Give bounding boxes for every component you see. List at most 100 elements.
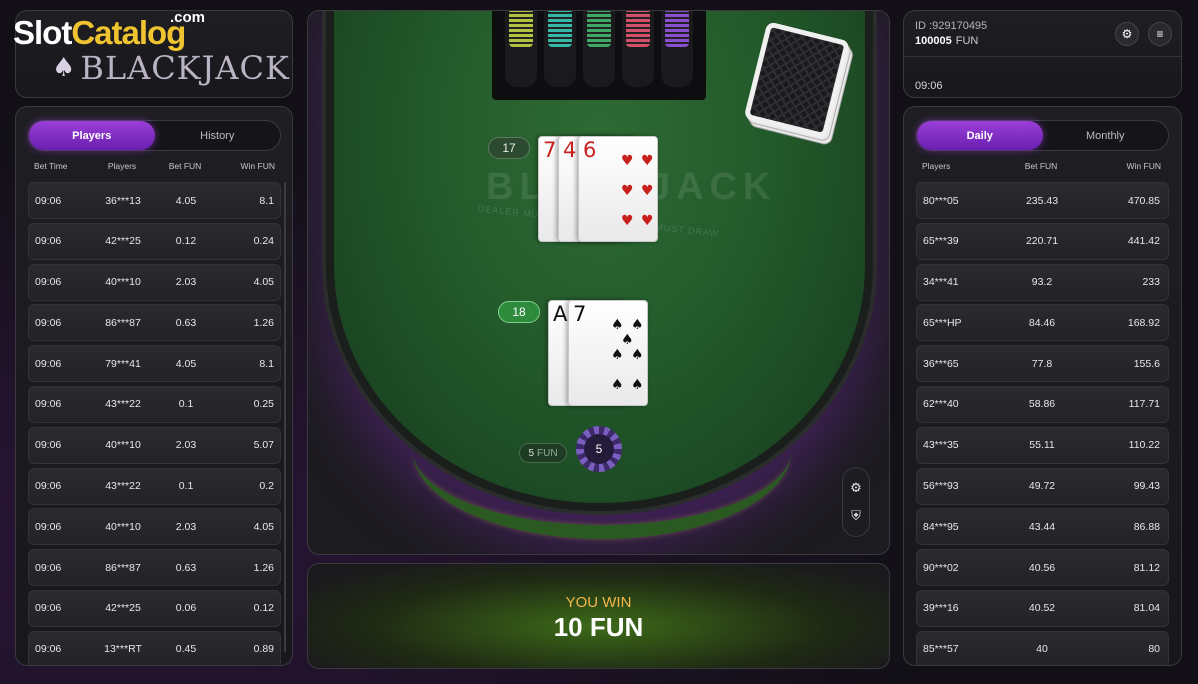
table-row: 09:06 13***RT 0.45 0.89 [28, 630, 281, 665]
leaders-panel: Daily Monthly Players Bet FUN Win FUN 80… [903, 106, 1182, 666]
table-row: 56***93 49.72 99.43 [916, 467, 1169, 505]
bet-cell: 0.45 [175, 643, 197, 656]
win-cell: 86.88 [1133, 520, 1160, 533]
table-row: 09:06 42***25 0.06 0.12 [28, 589, 281, 627]
suit-pip: ♠ [631, 317, 644, 333]
bet-time-cell: 09:06 [35, 276, 62, 289]
player-cell: 40***10 [105, 439, 141, 452]
win-label: YOU WIN [565, 594, 632, 611]
win-cell: 168.92 [1127, 316, 1160, 329]
table-row: 80***05 235.43 470.85 [916, 182, 1169, 219]
header-bet: Bet FUN [1024, 161, 1058, 171]
win-cell: 8.1 [259, 357, 274, 370]
bet-time-cell: 09:06 [35, 439, 62, 452]
bet-cell: 0.12 [175, 235, 197, 248]
player-cell: 42***25 [105, 602, 141, 615]
result-panel: YOU WIN 10 FUN [307, 563, 890, 669]
win-cell: 80 [1148, 643, 1160, 656]
chip-stack [548, 11, 573, 47]
watermark: SlotCatalog [13, 14, 186, 52]
watermark-part1: Slot [13, 14, 72, 51]
leaders-tabs: Daily Monthly [916, 120, 1169, 151]
bet-cell: 2.03 [175, 439, 197, 452]
tab-daily[interactable]: Daily [917, 121, 1043, 150]
table-row: 09:06 40***10 2.03 4.05 [28, 508, 281, 546]
account-balance: 100005 FUN [915, 35, 978, 47]
bet-chip[interactable]: 5 [576, 426, 622, 472]
header-players: Players [922, 161, 951, 171]
chip-stack [664, 11, 689, 47]
card-rank: 6 [583, 138, 597, 162]
players-scrollbar[interactable] [284, 182, 286, 652]
suit-pip: ♠ [611, 317, 624, 333]
suit-pip: ♠ [611, 347, 624, 363]
bet-time-cell: 09:06 [35, 398, 62, 411]
suit-pip: ♠ [611, 377, 624, 393]
suit-pip: ♠ [621, 332, 634, 348]
players-table-body: 09:06 36***13 4.05 8.1 09:06 42***25 0.12 0.24 0… [28, 182, 281, 665]
table-row: 43***35 55.11 110.22 [916, 426, 1169, 464]
table-row: 36***65 77.8 155.6 [916, 345, 1169, 383]
chip-stack [586, 11, 611, 47]
player-cell: 36***65 [923, 357, 959, 370]
header-bet: Bet FUN [168, 161, 202, 171]
header-win: Win FUN [240, 161, 275, 171]
bet-chip-value: 5 [584, 434, 614, 464]
spade-icon: ♠ [52, 53, 77, 83]
suit-pip: ♥ [621, 213, 634, 229]
chip-slot [660, 11, 693, 87]
win-cell: 117.71 [1128, 398, 1160, 411]
suit-pip: ♥ [621, 153, 634, 169]
win-cell: 0.12 [253, 602, 274, 615]
player-cell: 90***02 [923, 561, 959, 574]
table-row: 09:06 40***10 2.03 4.05 [28, 263, 281, 301]
bet-cell: 0.63 [175, 316, 197, 329]
bet-time-cell: 09:06 [35, 643, 62, 656]
win-cell: 0.25 [253, 398, 274, 411]
tab-history[interactable]: History [155, 121, 281, 150]
bet-cell: 43.44 [1028, 520, 1056, 533]
bet-cell: 0.06 [175, 602, 197, 615]
win-cell: 233 [1142, 276, 1160, 289]
bet-cell: 55.11 [1029, 439, 1055, 452]
win-cell: 5.07 [253, 439, 274, 452]
table-row: 84***95 43.44 86.88 [916, 508, 1169, 546]
tab-players[interactable]: Players [29, 121, 155, 150]
player-score: 18 [498, 301, 540, 323]
table-row: 09:06 86***87 0.63 1.26 [28, 549, 281, 587]
tab-monthly[interactable]: Monthly [1043, 121, 1169, 150]
gear-icon[interactable]: ⚙ [849, 481, 863, 495]
bet-cell: 235.43 [1025, 194, 1059, 207]
win-cell: 81.12 [1133, 561, 1160, 574]
chip-slot [582, 11, 615, 87]
card-pips: ♠ ♠ ♠ ♠ ♠ ♠ ♠ [603, 307, 647, 403]
players-panel: Players History Bet Time Players Bet FUN… [15, 106, 293, 666]
table-row: 09:06 86***87 0.63 1.26 [28, 304, 281, 342]
win-cell: 0.2 [259, 480, 274, 493]
win-cell: 4.05 [253, 520, 274, 533]
suit-pip: ♥ [621, 183, 634, 199]
balance-value: 100005 [915, 35, 952, 47]
bet-cell: 40.52 [1028, 602, 1056, 615]
account-divider [904, 56, 1181, 57]
player-cell: 13***RT [104, 643, 142, 656]
bet-cell: 77.8 [1031, 357, 1053, 370]
menu-icon[interactable]: ≡ [1148, 22, 1172, 46]
gear-icon[interactable]: ⚙ [1115, 22, 1139, 46]
bet-value: 5 [528, 447, 534, 459]
bet-cell: 4.05 [175, 357, 197, 370]
shield-icon[interactable]: ⛨ [849, 509, 863, 523]
player-cell: 79***41 [105, 357, 141, 370]
players-tabs: Players History [28, 120, 281, 151]
player-cell: 34***41 [923, 276, 959, 289]
header-players: Players [107, 161, 137, 171]
bet-cell: 49.72 [1028, 480, 1056, 493]
header-win: Win FUN [1126, 161, 1161, 171]
chip-stack [509, 11, 534, 47]
balance-currency: FUN [955, 35, 979, 47]
win-value: 10 [553, 612, 583, 642]
bet-time-cell: 09:06 [35, 520, 62, 533]
table-row: 62***40 58.86 117.71 [916, 385, 1169, 423]
player-cell: 40***10 [105, 276, 141, 289]
win-amount: 10 FUN [308, 612, 889, 643]
